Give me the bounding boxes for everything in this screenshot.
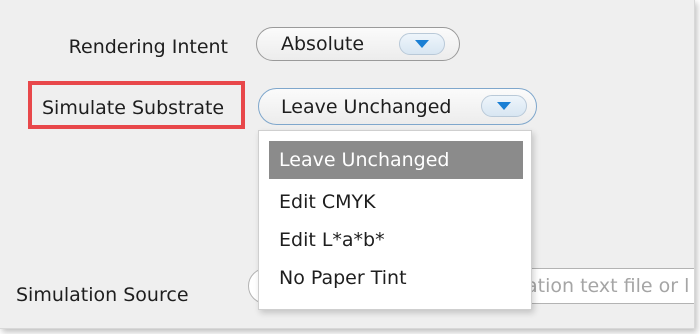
dropdown-option-edit-cmyk[interactable]: Edit CMYK	[269, 183, 523, 221]
settings-panel: Rendering Intent Absolute Simulate Subst…	[0, 0, 695, 329]
chevron-down-icon	[497, 102, 511, 110]
rendering-intent-dropdown-button[interactable]	[399, 33, 445, 55]
dropdown-option-leave-unchanged[interactable]: Leave Unchanged	[269, 141, 523, 179]
chevron-down-icon	[415, 40, 429, 48]
rendering-intent-value: Absolute	[281, 33, 365, 55]
simulate-substrate-dropdown-list: Leave Unchanged Edit CMYK Edit L*a*b* No…	[258, 130, 532, 310]
dropdown-option-edit-lab[interactable]: Edit L*a*b*	[269, 221, 523, 259]
simulate-substrate-dropdown-button[interactable]	[481, 95, 527, 117]
dropdown-option-no-paper-tint[interactable]: No Paper Tint	[269, 259, 523, 297]
simulation-source-placeholder: ation text file or l	[526, 275, 690, 297]
simulate-substrate-select[interactable]: Leave Unchanged	[258, 88, 537, 125]
simulate-substrate-value: Leave Unchanged	[281, 95, 452, 118]
simulate-substrate-label: Simulate Substrate	[42, 97, 225, 119]
simulation-source-label: Simulation Source	[16, 284, 189, 306]
rendering-intent-label: Rendering Intent	[68, 36, 228, 58]
rendering-intent-select[interactable]: Absolute	[256, 27, 460, 61]
